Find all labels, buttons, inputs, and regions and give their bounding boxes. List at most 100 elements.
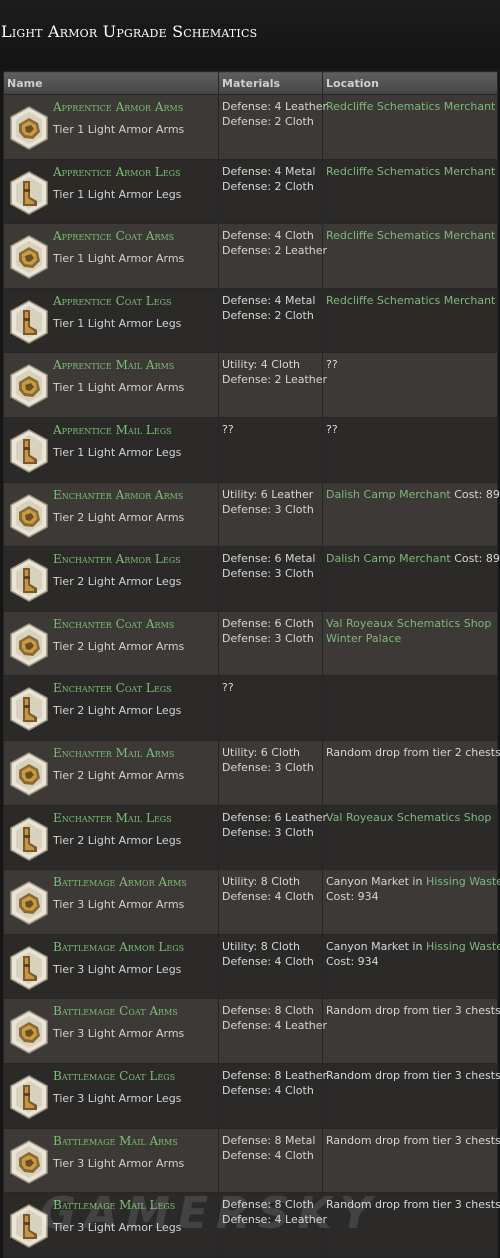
location-link[interactable]: Val Royeaux Schematics Shop (326, 811, 491, 824)
location-line: Val Royeaux Schematics Shop (326, 616, 494, 631)
material-line: Defense: 4 Metal (222, 164, 316, 178)
material-line: Defense: 8 Leather (222, 1068, 328, 1082)
schematic-tier: Tier 1 Light Armor Arms (53, 381, 185, 395)
schematic-name[interactable]: Apprentice Coat Legs (53, 294, 171, 309)
location-line: Redcliffe Schematics Merchant (326, 99, 495, 114)
material-line: Defense: 4 Cloth (222, 954, 314, 968)
column-header-materials[interactable]: Materials (218, 71, 323, 95)
materials-cell: Defense: 8 Metal Defense: 4 Cloth (218, 1127, 323, 1194)
location-line: Random drop from tier 3 chests (326, 1068, 500, 1083)
table-row: Apprentice Armor Legs Tier 1 Light Armor … (3, 158, 498, 225)
location-cell: Val Royeaux Schematics Shop Winter Palace (322, 610, 498, 677)
legs-icon (9, 1204, 49, 1248)
material-line: Utility: 6 Leather (222, 487, 314, 501)
material-line: Defense: 4 Cloth (222, 1148, 314, 1162)
location-cell: Random drop from tier 3 chests (322, 1127, 500, 1194)
schematic-name[interactable]: Apprentice Coat Arms (53, 229, 174, 244)
location-cell: Random drop from tier 3 chests (322, 1192, 500, 1258)
location-link[interactable]: Val Royeaux Schematics Shop (326, 617, 491, 630)
schematic-name[interactable]: Battlemage Coat Arms (53, 1004, 178, 1019)
name-cell: Enchanter Armor Legs Tier 2 Light Armor L… (3, 546, 219, 612)
legs-icon (9, 299, 49, 344)
location-cell: Dalish Camp Merchant Cost: 89 (322, 546, 500, 612)
schematic-name[interactable]: Battlemage Armor Legs (53, 940, 184, 955)
page-title: Light Armor Upgrade Schematics (0, 0, 500, 68)
schematic-name[interactable]: Apprentice Mail Legs (53, 423, 172, 438)
schematic-name[interactable]: Apprentice Mail Arms (53, 358, 174, 373)
material-line: Defense: 3 Cloth (222, 760, 314, 774)
schematic-tier: Tier 1 Light Armor Legs (53, 445, 182, 459)
material-line: Defense: 2 Cloth (222, 308, 314, 322)
schematic-name[interactable]: Apprentice Armor Arms (53, 100, 183, 115)
materials-cell: Defense: 4 Metal Defense: 2 Cloth (218, 158, 323, 225)
location-text: Cost: 89 (450, 552, 500, 566)
column-header-name[interactable]: Name (3, 71, 219, 95)
name-cell: Enchanter Coat Legs Tier 2 Light Armor Le… (3, 675, 219, 741)
name-cell: Apprentice Armor Legs Tier 1 Light Armor … (3, 158, 219, 225)
arms-icon (9, 493, 49, 538)
name-cell: Enchanter Coat Arms Tier 2 Light Armor Ar… (3, 610, 219, 677)
arms-icon (9, 752, 49, 796)
schematic-tier: Tier 2 Light Armor Legs (53, 575, 182, 589)
location-cell: Redcliffe Schematics Merchant (322, 158, 498, 225)
location-text: Random drop from tier 3 chests (326, 1133, 500, 1147)
table-row: Battlemage Armor Arms Tier 3 Light Armor … (3, 869, 500, 935)
material-line: Utility: 8 Cloth (222, 939, 301, 953)
arms-icon (9, 1139, 49, 1184)
material-line: Defense: 4 Metal (222, 293, 316, 307)
arms-icon (9, 881, 49, 925)
materials-cell: Defense: 4 Leather Defense: 2 Cloth (218, 94, 328, 160)
name-cell: Battlemage Armor Legs Tier 3 Light Armor … (3, 933, 219, 1000)
schematic-name[interactable]: Apprentice Armor Legs (53, 165, 181, 180)
location-text: Random drop from tier 3 chests (326, 1004, 500, 1018)
location-text: Cost: 89 (450, 487, 500, 501)
location-link[interactable]: Redcliffe Schematics Merchant (326, 229, 495, 242)
location-text: Random drop from tier 3 chests (326, 1068, 500, 1082)
schematic-name[interactable]: Battlemage Mail Legs (53, 1198, 175, 1213)
schematic-name[interactable]: Enchanter Coat Legs (53, 681, 172, 696)
location-line: ?? (326, 357, 494, 372)
location-line: Random drop from tier 3 chests (326, 1003, 500, 1018)
table-row: Enchanter Coat Arms Tier 2 Light Armor Ar… (3, 610, 498, 677)
schematic-tier: Tier 3 Light Armor Legs (53, 962, 182, 976)
schematic-name[interactable]: Enchanter Armor Arms (53, 488, 183, 503)
location-link[interactable]: Hissing Wastes (426, 875, 500, 888)
location-link[interactable]: Dalish Camp Merchant (326, 488, 451, 501)
table-row: Battlemage Mail Arms Tier 3 Light Armor A… (3, 1127, 500, 1194)
legs-icon (9, 429, 49, 473)
schematic-name[interactable]: Enchanter Mail Legs (53, 811, 172, 826)
location-text: Cost: 934 (326, 890, 379, 904)
schematic-name[interactable]: Enchanter Coat Arms (53, 617, 174, 632)
material-line: Defense: 2 Cloth (222, 179, 314, 193)
location-line: Cost: 934 (326, 954, 494, 969)
location-link[interactable]: Winter Palace (326, 632, 401, 645)
location-link[interactable]: Hissing Wastes (426, 940, 500, 953)
table-row: Enchanter Armor Legs Tier 2 Light Armor L… (3, 546, 500, 612)
location-link[interactable]: Dalish Camp Merchant (326, 552, 451, 565)
location-cell (322, 675, 498, 741)
location-line: ?? (326, 422, 494, 437)
arms-icon (9, 235, 49, 280)
location-link[interactable]: Redcliffe Schematics Merchant (326, 294, 495, 307)
name-cell: Apprentice Armor Arms Tier 1 Light Armor … (3, 94, 219, 160)
schematic-tier: Tier 1 Light Armor Legs (53, 187, 182, 201)
location-line: Redcliffe Schematics Merchant (326, 164, 495, 179)
name-cell: Battlemage Coat Arms Tier 3 Light Armor A… (3, 998, 219, 1064)
schematic-name[interactable]: Enchanter Armor Legs (53, 552, 181, 567)
schematic-name[interactable]: Enchanter Mail Arms (53, 746, 174, 761)
column-header-location[interactable]: Location (322, 71, 498, 95)
materials-cell: Defense: 6 Cloth Defense: 3 Cloth (218, 610, 323, 677)
location-link[interactable]: Redcliffe Schematics Merchant (326, 165, 495, 178)
material-line: Defense: 4 Leather (222, 100, 328, 113)
schematic-name[interactable]: Battlemage Armor Arms (53, 875, 187, 890)
material-line: Defense: 8 Cloth (222, 1004, 314, 1018)
materials-cell: Defense: 8 Cloth Defense: 4 Leather (218, 1192, 327, 1258)
schematic-name[interactable]: Battlemage Coat Legs (53, 1069, 175, 1084)
materials-cell: Utility: 6 Leather Defense: 3 Cloth (218, 481, 323, 548)
legs-icon (9, 558, 49, 603)
materials-cell: Defense: 4 Cloth Defense: 2 Leather (218, 223, 327, 289)
table-header-row: Name Materials Location (3, 71, 498, 95)
location-link[interactable]: Redcliffe Schematics Merchant (326, 100, 495, 113)
schematic-name[interactable]: Battlemage Mail Arms (53, 1134, 178, 1149)
location-text: Random drop from tier 2 chests (326, 745, 500, 759)
